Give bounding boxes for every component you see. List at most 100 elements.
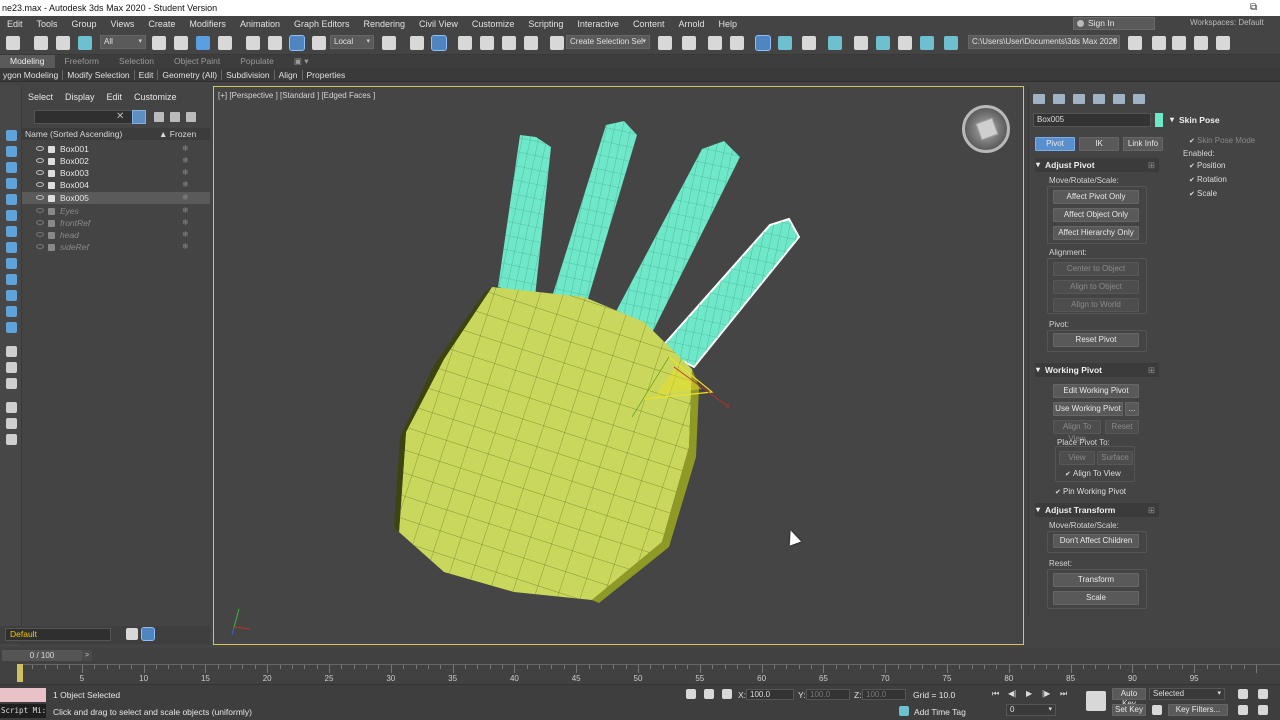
invert-display-icon[interactable] [6,378,17,389]
visibility-eye-icon[interactable] [36,220,44,225]
key-filters-button[interactable]: Key Filters... [1168,704,1228,716]
menu-help[interactable]: Help [711,19,744,29]
list-item[interactable]: Eyes ❄ [22,205,210,217]
list-item[interactable]: frontRef ❄ [22,217,210,229]
render-setup-icon[interactable] [854,36,868,50]
display-hidden-icon[interactable] [6,322,17,333]
track-bar[interactable]: 05101520253035404550556065707580859095 [18,664,1280,683]
display-tab-icon[interactable] [1113,94,1125,104]
frozen-snowflake-icon[interactable]: ❄ [182,179,189,191]
ribbon-tab-populate[interactable]: Populate [230,55,284,68]
ribbon-panel-subdivision[interactable]: Subdivision [223,70,272,80]
use-working-pivot-button[interactable]: Use Working Pivot [1053,402,1123,416]
selection-filter-dropdown[interactable]: All [100,35,146,49]
toggle-scene-explorer-icon[interactable] [708,36,722,50]
menu-views[interactable]: Views [104,19,142,29]
display-none-icon[interactable] [6,130,17,141]
palm[interactable] [394,287,699,603]
render-in-cloud-icon[interactable] [920,36,934,50]
toggle-layer-explorer-icon[interactable] [730,36,744,50]
ribbon-panel-geometry-all[interactable]: Geometry (All) [159,70,220,80]
reset-transform-button[interactable]: Transform [1053,573,1139,587]
visibility-eye-icon[interactable] [36,232,44,237]
rectangular-selection-icon[interactable] [196,36,210,50]
ribbon-tab-selection[interactable]: Selection [109,55,164,68]
align-icon[interactable] [682,36,696,50]
ribbon-options-icon[interactable]: ▣ ▾ [284,55,319,68]
menu-tools[interactable]: Tools [30,19,65,29]
menu-create[interactable]: Create [141,19,182,29]
skin-pose-mode-checkbox[interactable]: Skin Pose Mode [1189,136,1255,145]
explorer-menu-customize[interactable]: Customize [128,92,183,102]
key-mode-dropdown[interactable]: Selected [1149,688,1225,700]
create-tab-icon[interactable] [1033,94,1045,104]
scale-checkbox[interactable]: Scale [1189,189,1217,198]
place-pivot-surface-button[interactable]: Surface [1097,451,1133,465]
frozen-snowflake-icon[interactable]: ❄ [182,205,189,217]
absolute-mode-icon[interactable] [722,689,732,699]
hierarchy-icon[interactable] [170,112,180,122]
modify-tab-icon[interactable] [1053,94,1065,104]
reset-working-pivot-button[interactable]: Reset [1105,420,1139,434]
sign-in-dropdown[interactable]: Sign In [1073,17,1155,30]
working-pivot-rollout[interactable]: Working Pivot ⊞ [1035,363,1159,377]
menu-rendering[interactable]: Rendering [357,19,413,29]
link-icon[interactable] [34,36,48,50]
ribbon-tab-object-paint[interactable]: Object Paint [164,55,230,68]
list-item[interactable]: sideRef ❄ [22,241,210,253]
center-to-object-button[interactable]: Center to Object [1053,262,1139,276]
list-item[interactable]: Box003 ❄ [22,167,210,179]
visibility-eye-icon[interactable] [36,244,44,249]
go-to-start-icon[interactable]: ⏮ [992,689,1001,698]
spinner-snap-icon[interactable] [524,36,538,50]
display-shapes-icon[interactable] [6,162,17,173]
frozen-snowflake-icon[interactable]: ❄ [182,155,189,167]
pin-working-pivot-checkbox[interactable]: Pin Working Pivot [1055,487,1126,496]
play-icon[interactable]: ▶ [1026,689,1035,698]
ribbon-panel-polygon-modeling[interactable]: ygon Modeling [0,70,61,80]
layer-explorer-icon[interactable] [126,628,138,640]
column-name-header[interactable]: Name (Sorted Ascending) [25,128,122,140]
curve-editor-icon[interactable] [778,36,792,50]
list-item[interactable]: Box002 ❄ [22,155,210,167]
rotation-checkbox[interactable]: Rotation [1189,175,1227,184]
adjust-transform-rollout[interactable]: Adjust Transform ⊞ [1035,503,1159,517]
current-frame-field[interactable]: 0 [1006,704,1056,716]
menu-civil-view[interactable]: Civil View [412,19,465,29]
time-slider-thumb[interactable] [17,664,23,682]
ribbon-tab-freeform[interactable]: Freeform [55,55,109,68]
select-by-name-icon[interactable] [174,36,188,50]
column-frozen-header[interactable]: ▲ Frozen [159,128,196,140]
visibility-eye-icon[interactable] [36,208,44,213]
position-checkbox[interactable]: Position [1189,161,1225,170]
maxscript-listener[interactable] [0,688,46,702]
hierarchy-tab-icon[interactable] [1073,94,1085,104]
workspaces-selector[interactable]: Workspaces: Default [1190,18,1264,27]
align-to-view-button[interactable]: Align To View [1053,420,1101,443]
visibility-eye-icon[interactable] [36,158,44,163]
a360-gallery-icon[interactable] [944,36,958,50]
ribbon-panel-edit[interactable]: Edit [136,70,157,80]
next-frame-arrow[interactable]: > [82,650,92,661]
auto-key-button[interactable]: Auto Key [1112,688,1146,708]
link-info-tab-button[interactable]: Link Info [1123,137,1163,151]
snaps-toggle-icon[interactable] [458,36,472,50]
lock-cell-edit-icon[interactable] [6,434,17,445]
finger-1[interactable] [498,135,551,297]
orbit-icon[interactable] [1258,705,1268,715]
rendered-frame-window-icon[interactable] [876,36,890,50]
menu-content[interactable]: Content [626,19,672,29]
y-coordinate-field[interactable]: 100.0 [806,689,850,700]
filter-icon[interactable] [132,110,146,124]
named-selection-set-dropdown[interactable]: Create Selection Sel [566,35,650,49]
edit-named-selection-icon[interactable] [550,36,564,50]
affect-object-only-button[interactable]: Affect Object Only [1053,208,1139,222]
material-editor-icon[interactable] [828,36,842,50]
current-layer-dropdown[interactable]: Default [5,628,111,641]
finger-2[interactable] [552,121,637,302]
select-scale-icon[interactable] [289,35,305,51]
frozen-snowflake-icon[interactable]: ❄ [182,217,189,229]
previous-frame-icon[interactable]: ◀| [1008,689,1017,698]
toolbar-extra-icon-2[interactable] [1172,36,1186,50]
percent-snap-icon[interactable] [502,36,516,50]
